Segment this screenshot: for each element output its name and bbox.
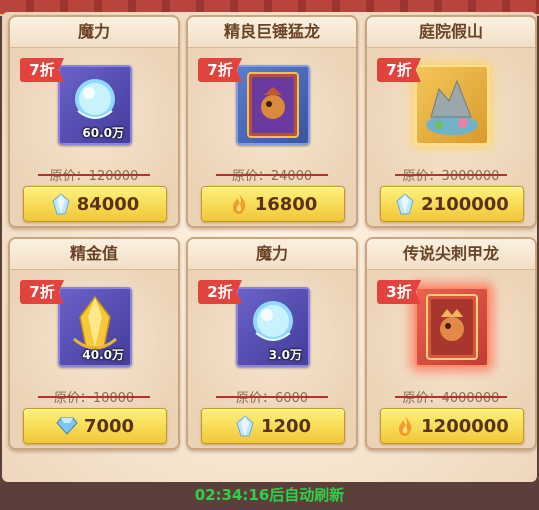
strikethrough-line (395, 396, 507, 398)
item-frame[interactable]: 60.0万 (58, 65, 132, 145)
strikethrough-line (38, 396, 150, 398)
flame-icon (232, 194, 245, 214)
discount-tag: 3折 (377, 280, 421, 304)
original-price: 原价：4000000 (367, 387, 535, 406)
card-body: 7折 原价：3000000 2100000 (367, 48, 535, 226)
card-body: 7折 原价：24000 16800 (188, 48, 356, 226)
discount-tag: 7折 (198, 58, 242, 82)
item-frame[interactable] (415, 287, 489, 367)
price: 16800 (254, 193, 318, 215)
original-price: 原价：6000 (188, 387, 356, 406)
card-title: 魔力 (188, 239, 356, 270)
item-amount: 40.0万 (82, 348, 124, 362)
card-body: 3折 原价：4000000 1200000 (367, 270, 535, 448)
shop-card-spike-dragon[interactable]: 传说尖刺甲龙 3折 原价：4000000 1200000 (365, 237, 537, 450)
card-title: 精良巨锤猛龙 (188, 17, 356, 48)
refresh-timer: 02:34:16后自动刷新 (194, 486, 345, 504)
item-amount: 3.0万 (268, 348, 302, 362)
crystal-icon (52, 193, 70, 215)
price: 1200 (260, 415, 312, 437)
price: 84000 (76, 193, 140, 215)
shop-card-gold-value[interactable]: 精金值 7折 40.0万 原价：10000 7000 (8, 237, 180, 450)
discount-tag: 7折 (20, 58, 64, 82)
buy-button[interactable]: 1200 (201, 408, 345, 444)
flame-icon (399, 416, 412, 436)
card-title: 精金值 (10, 239, 178, 270)
strikethrough-line (216, 396, 328, 398)
shop-board: 魔力 7折 60.0万 原价：120000 84000 精良巨锤猛龙 7折 原价… (2, 12, 537, 482)
card-title: 传说尖刺甲龙 (367, 239, 535, 270)
original-price: 原价：24000 (188, 165, 356, 184)
price: 2100000 (421, 193, 509, 215)
crystal-icon (236, 415, 254, 437)
discount-tag: 7折 (20, 280, 64, 304)
strikethrough-line (38, 174, 150, 176)
card-body: 2折 3.0万 原价：6000 1200 (188, 270, 356, 448)
buy-button[interactable]: 7000 (23, 408, 167, 444)
shop-card-hammer-dragon[interactable]: 精良巨锤猛龙 7折 原价：24000 16800 (186, 15, 358, 228)
discount-tag: 2折 (198, 280, 242, 304)
item-frame[interactable]: 3.0万 (236, 287, 310, 367)
price: 1200000 (421, 415, 509, 437)
buy-button[interactable]: 1200000 (380, 408, 524, 444)
shop-card-mana-1[interactable]: 魔力 7折 60.0万 原价：120000 84000 (8, 15, 180, 228)
card-body: 7折 40.0万 原价：10000 7000 (10, 270, 178, 448)
diamond-icon (56, 417, 78, 435)
item-frame[interactable] (236, 65, 310, 145)
rockery-icon (426, 79, 478, 135)
shop-card-mana-2[interactable]: 魔力 2折 3.0万 原价：6000 1200 (186, 237, 358, 450)
buy-button[interactable]: 2100000 (380, 186, 524, 222)
shop-card-rockery[interactable]: 庭院假山 7折 原价：3000000 2100000 (365, 15, 537, 228)
original-price: 原价：3000000 (367, 165, 535, 184)
buy-button[interactable]: 16800 (201, 186, 345, 222)
price: 7000 (83, 415, 135, 437)
original-price: 原价：10000 (10, 387, 178, 406)
item-amount: 60.0万 (82, 126, 124, 140)
buy-button[interactable]: 84000 (23, 186, 167, 222)
original-price: 原价：120000 (10, 165, 178, 184)
strikethrough-line (395, 174, 507, 176)
card-title: 魔力 (10, 17, 178, 48)
crystal-icon (396, 193, 414, 215)
item-frame[interactable]: 40.0万 (58, 287, 132, 367)
strikethrough-line (216, 174, 328, 176)
dragon-card-icon (247, 72, 299, 138)
card-body: 7折 60.0万 原价：120000 84000 (10, 48, 178, 226)
discount-tag: 7折 (377, 58, 421, 82)
dragon-card-icon (426, 294, 478, 360)
item-frame[interactable] (415, 65, 489, 145)
card-title: 庭院假山 (367, 17, 535, 48)
